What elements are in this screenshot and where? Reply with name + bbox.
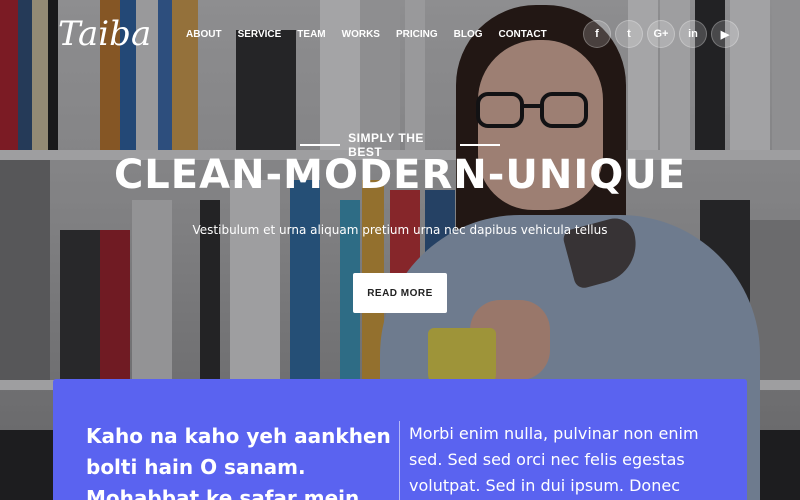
nav-item-service[interactable]: SERVICE (230, 28, 290, 42)
linkedin-icon[interactable]: in (679, 20, 707, 48)
nav-item-team[interactable]: TEAM (289, 28, 333, 42)
card-text: Morbi enim nulla, pulvinar non enim sed.… (409, 424, 699, 495)
facebook-icon[interactable]: f (583, 20, 611, 48)
tagline-line-right (459, 144, 500, 146)
nav-item-blog[interactable]: BLOG (446, 28, 491, 42)
youtube-icon[interactable]: ▶ (711, 20, 739, 48)
google-plus-icon[interactable]: G+ (647, 20, 675, 48)
tagline-line-left (300, 144, 341, 146)
main-nav: ABOUT SERVICE TEAM WORKS PRICING BLOG CO… (178, 28, 555, 42)
twitter-icon[interactable]: t (615, 20, 643, 48)
card-title: Kaho na kaho yeh aankhen bolti hain O sa… (86, 424, 391, 500)
hero-subline: Vestibulum et urna aliquam pretium urna … (192, 223, 608, 237)
social-links: f t G+ in ▶ (583, 20, 739, 48)
brand-logo[interactable]: Taiba (58, 14, 151, 54)
nav-item-contact[interactable]: CONTACT (491, 28, 555, 42)
nav-item-pricing[interactable]: PRICING (388, 28, 446, 42)
nav-item-works[interactable]: WORKS (334, 28, 388, 42)
card-divider (399, 421, 400, 500)
hero-headline: CLEAN-MODERN-UNIQUE (113, 152, 687, 198)
read-more-button[interactable]: READ MORE (353, 273, 447, 313)
feature-card: Kaho na kaho yeh aankhen bolti hain O sa… (53, 379, 747, 500)
nav-item-about[interactable]: ABOUT (178, 28, 230, 42)
